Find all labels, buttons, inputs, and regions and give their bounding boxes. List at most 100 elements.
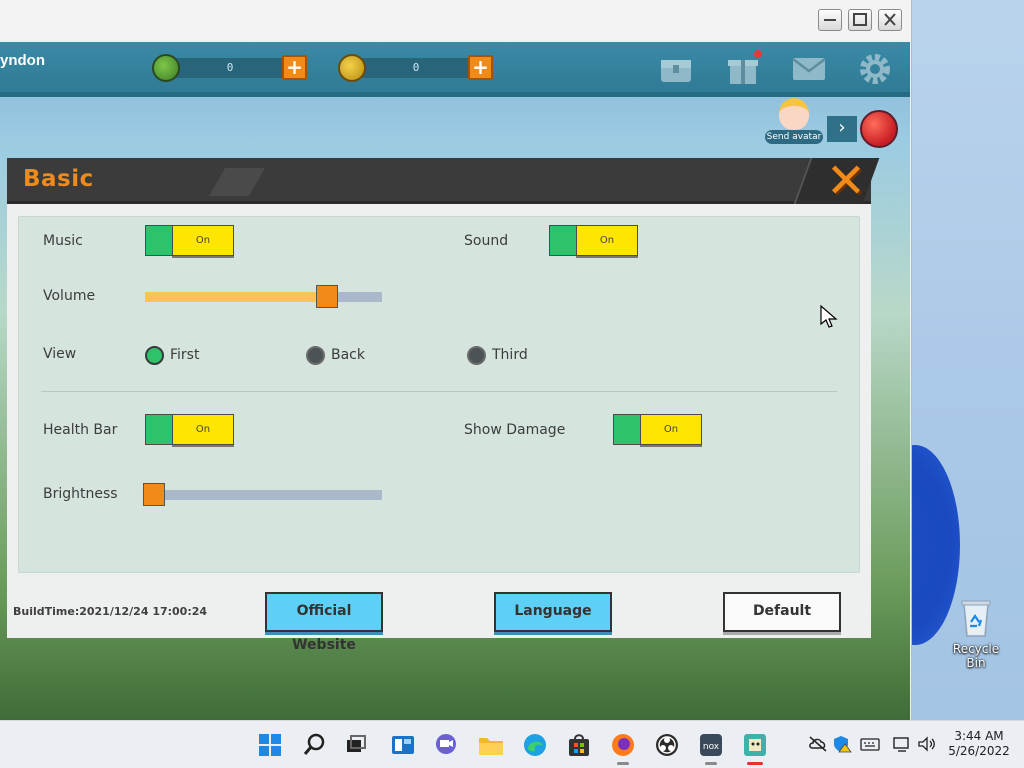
language-button[interactable]: Language bbox=[494, 592, 612, 632]
currency-2-add-button[interactable]: + bbox=[468, 55, 493, 80]
clock-date: 5/26/2022 bbox=[948, 744, 1010, 758]
minimize-button[interactable] bbox=[818, 9, 842, 31]
view-option-back-label: Back bbox=[331, 347, 365, 363]
search-icon[interactable] bbox=[299, 729, 331, 761]
taskbar: nox 3:44 AM 5/26/2022 bbox=[0, 720, 1024, 768]
view-option-first-label: First bbox=[170, 347, 200, 363]
nox-running-indicator bbox=[705, 762, 717, 765]
game-icon[interactable] bbox=[739, 729, 771, 765]
official-website-button[interactable]: Official Website bbox=[265, 592, 383, 653]
nox-icon[interactable]: nox bbox=[695, 729, 727, 765]
recycle-bin-label: Recycle Bin bbox=[952, 642, 1000, 670]
side-expand-arrow-icon[interactable]: › bbox=[827, 116, 857, 142]
health-bar-label: Health Bar bbox=[43, 422, 118, 438]
player-name: yndon bbox=[0, 52, 45, 69]
window-titlebar bbox=[0, 0, 911, 40]
music-label: Music bbox=[43, 233, 83, 249]
volume-icon[interactable] bbox=[917, 735, 937, 753]
sound-label: Sound bbox=[464, 233, 509, 249]
show-damage-toggle-track bbox=[613, 414, 643, 445]
currency-2: 0 + bbox=[338, 54, 493, 82]
brightness-slider[interactable] bbox=[143, 483, 382, 506]
recycle-bin[interactable]: Recycle Bin bbox=[942, 598, 1010, 670]
event-ball-icon[interactable] bbox=[860, 110, 898, 148]
sound-toggle[interactable]: On bbox=[549, 225, 638, 258]
music-toggle-track bbox=[145, 225, 175, 256]
game-running-indicator bbox=[747, 762, 763, 765]
minimize-icon bbox=[824, 19, 836, 21]
keyboard-icon[interactable] bbox=[860, 735, 880, 753]
view-option-first-radio bbox=[145, 346, 164, 365]
svg-text:nox: nox bbox=[703, 742, 720, 752]
mail-icon[interactable] bbox=[790, 50, 828, 88]
currency-1-add-button[interactable]: + bbox=[282, 55, 307, 80]
cloud-sync-icon[interactable] bbox=[808, 735, 828, 753]
volume-fill bbox=[145, 292, 327, 302]
volume-slider[interactable] bbox=[145, 285, 382, 308]
view-option-third[interactable]: Third bbox=[467, 346, 557, 366]
start-icon[interactable] bbox=[254, 729, 286, 761]
health-bar-toggle-track bbox=[145, 414, 175, 445]
currency-2-value: 0 bbox=[412, 61, 420, 74]
music-toggle-state: On bbox=[172, 225, 234, 256]
settings-panel: Music On Sound On Volume View First Back… bbox=[18, 216, 860, 573]
dialog-title: Basic bbox=[23, 166, 94, 192]
avatar bbox=[779, 98, 809, 130]
chest-icon[interactable] bbox=[657, 50, 695, 88]
show-damage-toggle[interactable]: On bbox=[613, 414, 702, 447]
view-option-first[interactable]: First bbox=[145, 346, 235, 366]
firefox-icon[interactable] bbox=[607, 729, 639, 765]
network-icon[interactable] bbox=[892, 735, 912, 753]
gold-coin-icon bbox=[338, 54, 366, 82]
edge-icon[interactable] bbox=[519, 729, 551, 761]
music-toggle[interactable]: On bbox=[145, 225, 234, 258]
file-explorer-icon[interactable] bbox=[475, 729, 507, 761]
currency-1: 0 + bbox=[152, 54, 307, 82]
dialog-header: Basic ✕ bbox=[7, 157, 880, 205]
volume-knob[interactable] bbox=[316, 285, 338, 308]
settings-gear-icon[interactable] bbox=[856, 50, 894, 88]
mouse-pointer-icon bbox=[820, 305, 838, 328]
maximize-button[interactable] bbox=[848, 9, 872, 31]
brightness-label: Brightness bbox=[43, 486, 118, 502]
view-option-back-radio bbox=[306, 346, 325, 365]
task-view-icon[interactable] bbox=[340, 729, 372, 761]
sound-toggle-track bbox=[549, 225, 579, 256]
window-close-icon bbox=[884, 13, 896, 26]
volume-label: Volume bbox=[43, 288, 96, 304]
send-avatar-label: Send avatar bbox=[765, 130, 823, 144]
security-warning-icon[interactable] bbox=[833, 735, 853, 753]
dialog-body: Music On Sound On Volume View First Back… bbox=[7, 204, 871, 653]
view-label: View bbox=[43, 346, 77, 362]
header-decoration bbox=[208, 168, 266, 196]
system-clock[interactable]: 3:44 AM 5/26/2022 bbox=[948, 729, 1010, 759]
default-button[interactable]: Default bbox=[723, 592, 841, 632]
chat-icon[interactable] bbox=[430, 729, 462, 761]
widgets-icon[interactable] bbox=[387, 729, 419, 761]
send-avatar-button[interactable]: Send avatar bbox=[765, 96, 823, 148]
section-divider bbox=[41, 391, 837, 392]
show-damage-label: Show Damage bbox=[464, 422, 566, 438]
store-icon[interactable] bbox=[563, 729, 595, 761]
brightness-track bbox=[145, 490, 382, 500]
health-bar-toggle-state: On bbox=[172, 414, 234, 445]
gift-icon[interactable] bbox=[724, 50, 762, 88]
settings-dialog: Basic ✕ Music On Sound On Volume View Fi… bbox=[7, 157, 880, 653]
clock-time: 3:44 AM bbox=[954, 729, 1004, 743]
green-gem-icon bbox=[152, 54, 180, 82]
obs-icon[interactable] bbox=[651, 729, 683, 761]
dialog-close-icon[interactable]: ✕ bbox=[822, 157, 870, 205]
view-option-third-radio bbox=[467, 346, 486, 365]
window-close-button[interactable] bbox=[878, 9, 902, 31]
maximize-icon bbox=[853, 13, 867, 26]
recycle-bin-icon bbox=[958, 598, 994, 638]
game-topbar: yndon 0 + 0 + bbox=[0, 42, 910, 97]
view-option-third-label: Third bbox=[492, 347, 528, 363]
sound-toggle-state: On bbox=[576, 225, 638, 256]
currency-1-value: 0 bbox=[226, 61, 234, 74]
build-time: BuildTime:2021/12/24 17:00:24 bbox=[13, 605, 208, 618]
brightness-knob[interactable] bbox=[143, 483, 165, 506]
firefox-running-indicator bbox=[617, 762, 629, 765]
health-bar-toggle[interactable]: On bbox=[145, 414, 234, 447]
view-option-back[interactable]: Back bbox=[306, 346, 396, 366]
